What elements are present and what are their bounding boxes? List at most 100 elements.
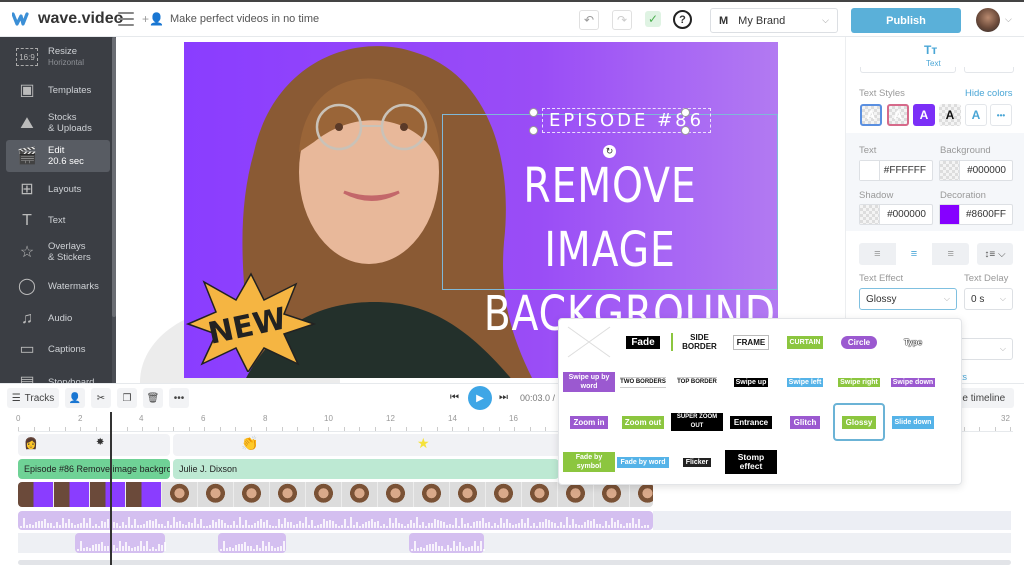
waveform-bar <box>539 521 541 528</box>
timeline-scrollbar[interactable] <box>18 560 1011 565</box>
align-right-button[interactable]: ≡ <box>932 243 969 265</box>
sidebar-item-captions[interactable]: ▭ Captions <box>6 333 110 365</box>
text-clip-1[interactable]: Episode #86 Remove image backgroun <box>18 459 170 479</box>
sidebar-item-stocks[interactable]: ⛰ Stocks & Uploads <box>6 107 110 139</box>
video-track[interactable] <box>18 482 653 507</box>
effect-option-swipe-left[interactable]: Swipe left <box>779 363 831 401</box>
effect-option-fade-by-word[interactable]: Fade by word <box>617 443 669 481</box>
audio-track-1[interactable] <box>18 511 653 530</box>
font-field[interactable] <box>860 67 956 73</box>
effect-option-swipe-right[interactable]: Swipe right <box>833 363 885 401</box>
text-color-field[interactable]: #FFFFFF <box>859 160 933 181</box>
text-clip-2[interactable]: Julie J. Dixson <box>173 459 559 479</box>
effect-option-curtain[interactable]: CURTAIN <box>779 323 831 361</box>
sidebar-item-templates[interactable]: ▣ Templates <box>6 74 110 106</box>
resize-handle[interactable] <box>681 108 690 117</box>
audio-clip[interactable] <box>409 533 485 553</box>
effect-option-swipe-down[interactable]: Swipe down <box>887 363 939 401</box>
effect-option-glitch[interactable]: Glitch <box>779 403 831 441</box>
effect-option-swipe-up-by-word[interactable]: Swipe up by word <box>563 363 615 401</box>
user-avatar[interactable] <box>976 8 1000 32</box>
publish-button[interactable]: Publish <box>851 8 961 33</box>
effect-option-side-border[interactable]: SIDE BORDER <box>671 323 723 361</box>
audio-clip[interactable] <box>75 533 166 553</box>
text-style-3[interactable]: A <box>913 104 935 126</box>
hidden-select[interactable]: ⌵ <box>958 338 1013 360</box>
text-style-4[interactable]: A <box>939 104 961 126</box>
sidebar-item-layouts[interactable]: ⊞ Layouts <box>6 173 110 205</box>
video-frame-thumb <box>414 482 449 507</box>
logo[interactable]: wave.video <box>12 10 123 28</box>
waveform-bar <box>137 524 139 528</box>
label: Stocks <box>48 112 77 123</box>
line-spacing-button[interactable]: ↕≡ ⌵ <box>977 243 1013 265</box>
effect-option-entrance[interactable]: Entrance <box>725 403 777 441</box>
effect-option-two-borders[interactable]: TWO BORDERS <box>617 363 669 401</box>
text-effect-select[interactable]: Glossy ⌵ <box>859 288 957 310</box>
play-button[interactable]: ▶ <box>468 386 492 410</box>
text-style-2[interactable]: A <box>887 104 909 126</box>
sidebar-item-audio[interactable]: ♫ Audio <box>6 302 110 334</box>
effect-option-fade[interactable]: Fade <box>617 323 669 361</box>
waveform-bar <box>524 523 526 528</box>
more-styles-button[interactable]: ••• <box>990 104 1012 126</box>
tagline[interactable]: +👤 Make perfect videos in no time <box>142 12 319 26</box>
help-button[interactable]: ? <box>673 10 692 29</box>
hide-colors-link[interactable]: Hide colors <box>965 88 1013 99</box>
effect-option-circle[interactable]: Circle <box>833 323 885 361</box>
text-style-1[interactable]: A <box>860 104 882 126</box>
undo-button[interactable]: ↶ <box>579 10 599 30</box>
effect-option-zoom-out[interactable]: Zoom out <box>617 403 669 441</box>
effect-option-top-border[interactable]: TOP BORDER <box>671 363 723 401</box>
waveform-bar <box>461 517 463 528</box>
text-tab-icon[interactable]: Tт <box>924 43 937 57</box>
decoration-color-field[interactable]: #8600FF <box>939 204 1013 225</box>
text-delay-select[interactable]: 0 s ⌵ <box>964 288 1013 310</box>
effect-option-super-zoom-out[interactable]: SUPER ZOOM OUT <box>671 403 723 441</box>
sidebar-item-overlays[interactable]: ☆ Overlays & Stickers <box>6 236 110 268</box>
sidebar-item-text[interactable]: T Text <box>6 204 110 236</box>
shadow-color-field[interactable]: #000000 <box>859 204 933 225</box>
duplicate-button[interactable]: ❐ <box>117 388 137 408</box>
resize-handle[interactable] <box>529 108 538 117</box>
effect-option-fade-by-symbol[interactable]: Fade by symbol <box>563 443 615 481</box>
align-left-button[interactable]: ≡ <box>859 243 896 265</box>
text-style-5[interactable]: A <box>965 104 987 126</box>
effect-option-swipe-up[interactable]: Swipe up <box>725 363 777 401</box>
size-field[interactable] <box>964 67 1014 73</box>
align-center-button[interactable]: ≡ <box>895 243 933 265</box>
effect-option-slide-down[interactable]: Slide down <box>887 403 939 441</box>
sidebar-scrollbar[interactable] <box>112 37 116 317</box>
brand-select[interactable]: M My Brand ⌵ <box>710 8 838 33</box>
menu-icon[interactable] <box>118 12 134 26</box>
effect-option-flicker[interactable]: Flicker <box>671 443 723 481</box>
waveform-bar <box>320 524 322 528</box>
skip-back-button[interactable]: ⏮ <box>450 392 459 403</box>
effect-option-frame[interactable]: FRAME <box>725 323 777 361</box>
effect-option-zoom-in[interactable]: Zoom in <box>563 403 615 441</box>
effect-option-none[interactable] <box>563 323 615 361</box>
playhead[interactable] <box>110 412 112 565</box>
waveform-bar <box>137 545 139 551</box>
chevron-down-icon[interactable]: ⌵ <box>1005 14 1012 25</box>
audio-clip[interactable] <box>218 533 286 553</box>
new-sticker-thumb-icon: ✸ <box>96 437 105 448</box>
overlay-track-clip[interactable]: 👩 ✸ <box>18 434 170 456</box>
tracks-button[interactable]: ☰ Tracks <box>7 388 59 408</box>
sidebar-item-edit[interactable]: 🎬 Edit 20.6 sec <box>6 140 110 172</box>
waveform-bar <box>518 523 520 528</box>
effect-option-glossy[interactable]: Glossy <box>833 403 885 441</box>
delete-button[interactable]: 🗑 <box>143 388 163 408</box>
more-button[interactable]: ••• <box>169 388 189 408</box>
effect-option-stomp-effect[interactable]: Stomp effect <box>725 443 777 481</box>
sidebar-item-watermarks[interactable]: ◯ Watermarks <box>6 270 110 302</box>
skip-forward-button[interactable]: ⏭ <box>499 392 508 403</box>
background-color-field[interactable]: #000000 <box>939 160 1013 181</box>
redo-button[interactable]: ↷ <box>612 10 632 30</box>
sidebar-item-resize[interactable]: 16:9 Resize Horizontal <box>6 41 110 73</box>
resize-handle[interactable] <box>529 126 538 135</box>
resize-handle[interactable] <box>681 126 690 135</box>
effect-option-type[interactable]: Type <box>887 323 939 361</box>
split-button[interactable]: ✂ <box>91 388 111 408</box>
voiceover-button[interactable]: 👤 <box>65 388 85 408</box>
